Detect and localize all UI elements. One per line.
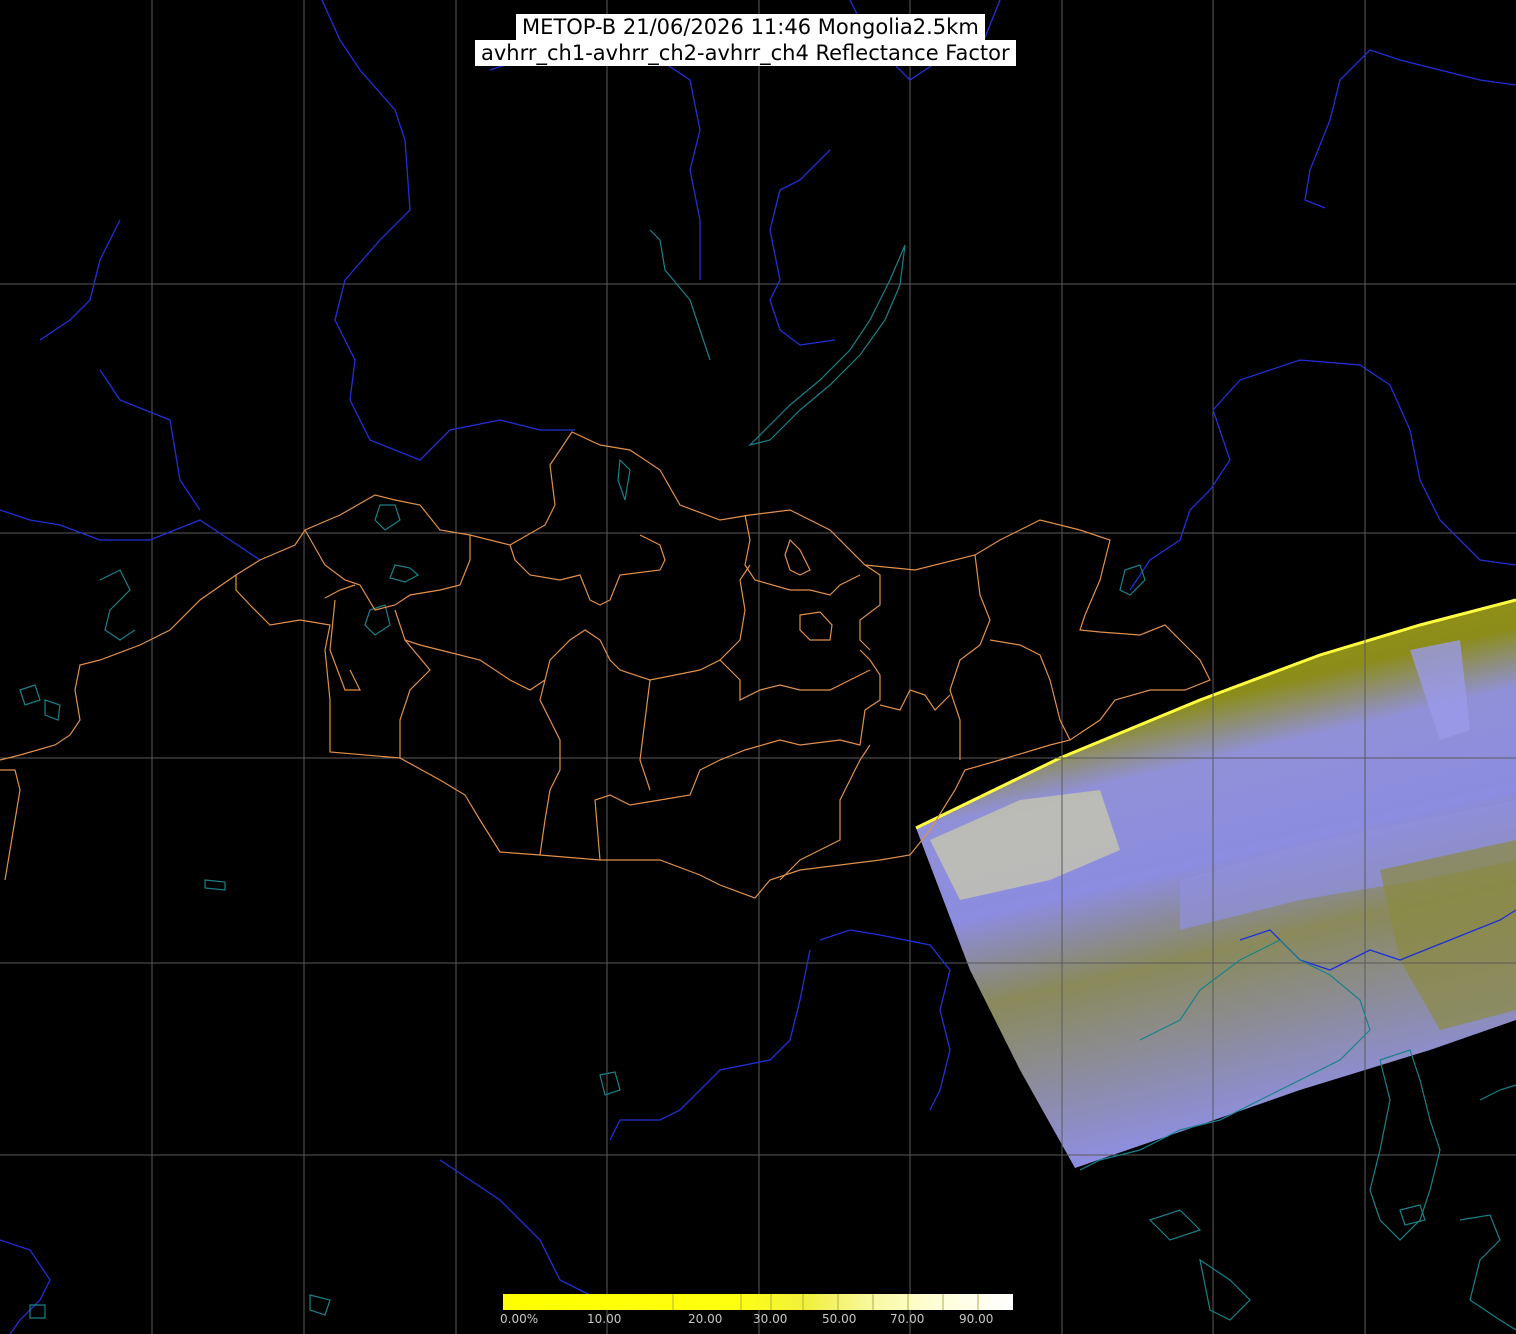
title-line-1: METOP-B 21/06/2026 11:46 Mongolia2.5km [516,14,985,40]
colorbar-label-2: 20.00 [688,1312,723,1326]
colorbar-label-0: 0.00% [500,1312,539,1326]
colorbar-gradient [503,1294,1013,1310]
title-line-2: avhrr_ch1-avhrr_ch2-avhrr_ch4 Reflectanc… [475,40,1016,66]
colorbar-label-4: 50.00 [822,1312,857,1326]
satellite-map [0,0,1516,1334]
colorbar-label-3: 30.00 [753,1312,788,1326]
colorbar-label-6: 90.00 [959,1312,994,1326]
colorbar [503,1294,1013,1310]
colorbar-label-5: 70.00 [890,1312,925,1326]
colorbar-label-1: 10.00 [587,1312,622,1326]
